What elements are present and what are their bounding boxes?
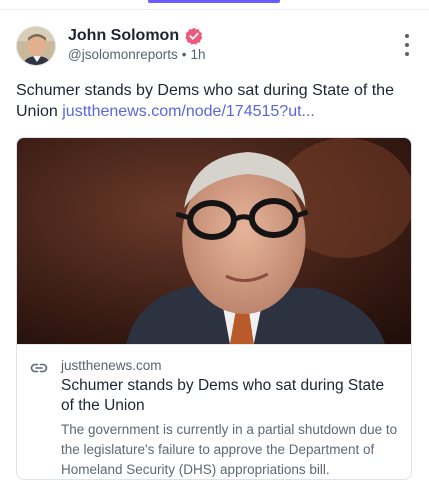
- card-body: justthenews.com Schumer stands by Dems w…: [17, 344, 411, 479]
- post-timestamp[interactable]: 1h: [190, 47, 205, 62]
- card-description: The government is currently in a partial…: [61, 422, 398, 477]
- verified-badge-icon: [185, 27, 203, 45]
- card-domain: justthenews.com: [61, 358, 162, 373]
- author-handle[interactable]: @jsolomonreports: [68, 47, 178, 62]
- display-name[interactable]: John Solomon: [68, 27, 179, 45]
- post-text: Schumer stands by Dems who sat during St…: [16, 80, 412, 122]
- post-header: John Solomon @jsolomonreports • 1h: [16, 26, 413, 66]
- name-row: John Solomon: [68, 26, 203, 46]
- card-title[interactable]: Schumer stands by Dems who sat during St…: [61, 376, 401, 416]
- meta-separator: •: [181, 47, 187, 62]
- more-vertical-icon[interactable]: [401, 34, 413, 56]
- avatar[interactable]: [16, 26, 56, 66]
- post-meta: @jsolomonreports • 1h: [68, 47, 206, 62]
- divider: [0, 9, 429, 10]
- card-image[interactable]: [17, 138, 411, 344]
- link-icon: [30, 359, 48, 377]
- active-tab-indicator: [148, 0, 280, 3]
- post-link[interactable]: justthenews.com/node/174515?ut...: [62, 103, 315, 120]
- link-preview-card[interactable]: justthenews.com Schumer stands by Dems w…: [16, 137, 412, 480]
